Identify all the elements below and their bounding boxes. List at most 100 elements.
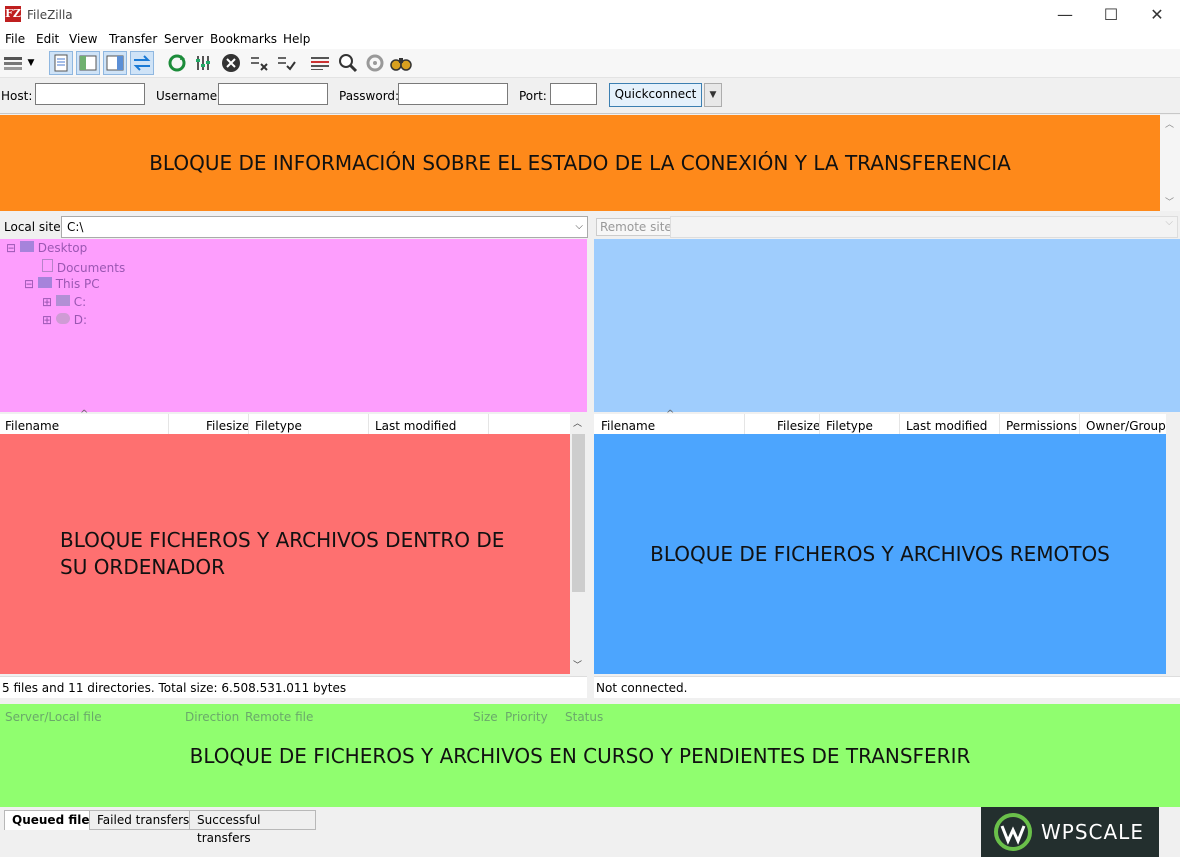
column-last-modified[interactable]: Last modified — [906, 419, 987, 433]
tree-item-desktop[interactable]: ⊟ Desktop — [6, 241, 87, 255]
toggle-queue-icon[interactable] — [130, 51, 154, 75]
search-icon[interactable] — [389, 51, 413, 75]
sort-ascending-icon: ^ — [666, 409, 675, 420]
remote-site-path-input[interactable]: ⌵ — [670, 216, 1178, 238]
tree-item-drive-c[interactable]: ⊞ C: — [42, 295, 86, 309]
tree-item-this-pc[interactable]: ⊟ This PC — [24, 277, 100, 291]
tree-item-drive-d[interactable]: ⊞ D: — [42, 313, 87, 327]
column-filetype[interactable]: Filetype — [255, 419, 302, 433]
column-permissions[interactable]: Permissions — [1006, 419, 1077, 433]
queue-column-size[interactable]: Size — [473, 710, 498, 724]
host-label: Host: — [1, 89, 33, 103]
menu-help[interactable]: Help — [283, 32, 310, 46]
tree-expander-icon[interactable]: ⊟ — [24, 277, 34, 291]
column-filetype[interactable]: Filetype — [826, 419, 873, 433]
message-log-scrollbar[interactable]: ︿ ﹀ — [1160, 115, 1180, 211]
cancel-icon[interactable] — [219, 51, 243, 75]
host-input[interactable] — [35, 83, 145, 105]
column-divider[interactable] — [899, 414, 900, 434]
column-divider[interactable] — [488, 414, 489, 434]
local-site-path-input[interactable]: C:\ ⌵ — [61, 216, 588, 238]
site-manager-icon[interactable] — [1, 51, 25, 75]
column-divider[interactable] — [168, 414, 169, 434]
queue-column-remote-file[interactable]: Remote file — [245, 710, 313, 724]
menu-bookmarks[interactable]: Bookmarks — [210, 32, 277, 46]
disc-drive-icon — [55, 313, 70, 324]
quickconnect-history-dropdown[interactable]: ▼ — [704, 83, 722, 107]
column-filesize[interactable]: Filesize — [777, 419, 820, 433]
queue-column-server-local-file[interactable]: Server/Local file — [5, 710, 102, 724]
menu-transfer[interactable]: Transfer — [109, 32, 157, 46]
sort-ascending-icon: ^ — [80, 409, 89, 420]
password-input[interactable] — [398, 83, 508, 105]
filezilla-app-icon: FZ — [5, 6, 21, 22]
column-divider[interactable] — [248, 414, 249, 434]
queue-overlay-text: BLOQUE DE FICHEROS Y ARCHIVOS EN CURSO Y… — [189, 744, 971, 768]
column-filesize[interactable]: Filesize — [206, 419, 249, 433]
menu-server[interactable]: Server — [164, 32, 203, 46]
compare-icon[interactable] — [336, 51, 360, 75]
local-site-label: Local site: — [4, 220, 65, 234]
tree-expander-icon[interactable]: ⊟ — [6, 241, 16, 255]
process-queue-icon[interactable] — [192, 51, 216, 75]
close-button[interactable]: ✕ — [1134, 0, 1180, 30]
column-divider[interactable] — [819, 414, 820, 434]
queue-column-status[interactable]: Status — [565, 710, 603, 724]
password-label: Password: — [339, 89, 400, 103]
dropdown-arrow-icon[interactable]: ▼ — [24, 51, 38, 75]
remote-file-list-overlay-text: BLOQUE DE FICHEROS Y ARCHIVOS REMOTOS — [650, 542, 1110, 566]
reconnect-icon[interactable] — [274, 51, 298, 75]
scroll-up-icon[interactable]: ︿ — [1165, 117, 1174, 130]
document-icon — [42, 259, 53, 272]
port-label: Port: — [519, 89, 547, 103]
sync-browse-icon[interactable] — [363, 51, 387, 75]
wpscale-logo-icon — [994, 813, 1032, 851]
menu-file[interactable]: File — [5, 32, 25, 46]
toggle-local-tree-icon[interactable] — [76, 51, 100, 75]
disconnect-icon[interactable] — [247, 51, 271, 75]
port-input[interactable] — [550, 83, 597, 105]
scroll-up-icon[interactable]: ︿ — [573, 416, 582, 429]
tree-item-label: Desktop — [37, 241, 88, 255]
toggle-message-log-icon[interactable] — [49, 51, 73, 75]
tree-item-label: D: — [73, 313, 88, 327]
tree-expander-icon[interactable]: ⊞ — [42, 313, 52, 327]
tree-expander-icon[interactable]: ⊞ — [42, 295, 52, 309]
column-filename[interactable]: Filename — [601, 419, 655, 433]
menu-edit[interactable]: Edit — [36, 32, 59, 46]
tab-failed-transfers[interactable]: Failed transfers — [89, 810, 198, 830]
queue-column-priority[interactable]: Priority — [505, 710, 548, 724]
scrollbar-thumb[interactable] — [572, 434, 585, 592]
column-last-modified[interactable]: Last modified — [375, 419, 456, 433]
toggle-remote-tree-icon[interactable] — [103, 51, 127, 75]
scroll-down-icon[interactable]: ﹀ — [573, 658, 582, 671]
refresh-icon[interactable] — [165, 51, 189, 75]
chevron-down-icon: ▼ — [709, 90, 717, 100]
tree-item-label: C: — [73, 295, 87, 309]
local-file-list-header: ^ Filename Filesize Filetype Last modifi… — [0, 409, 570, 435]
column-divider[interactable] — [368, 414, 369, 434]
quickconnect-button[interactable]: Quickconnect — [609, 83, 702, 107]
column-divider[interactable] — [999, 414, 1000, 434]
minimize-button[interactable]: — — [1042, 0, 1088, 30]
tab-successful-transfers[interactable]: Successful transfers — [189, 810, 316, 845]
menu-view[interactable]: View — [69, 32, 97, 46]
chevron-down-icon: ⌵ — [1165, 217, 1173, 228]
wpscale-watermark: WPSCALE — [981, 807, 1159, 857]
scroll-down-icon[interactable]: ﹀ — [1165, 195, 1174, 208]
filter-icon[interactable] — [308, 51, 332, 75]
column-divider[interactable] — [744, 414, 745, 434]
message-log-panel: BLOQUE DE INFORMACIÓN SOBRE EL ESTADO DE… — [0, 115, 1160, 211]
local-file-list-scrollbar[interactable]: ︿ ﹀ — [570, 414, 587, 674]
queue-column-direction[interactable]: Direction — [185, 710, 239, 724]
local-directory-tree: ⊟ Desktop Documents ⊟ This PC ⊞ C: ⊞ D: — [0, 239, 587, 412]
chevron-down-icon[interactable]: ⌵ — [575, 217, 583, 237]
maximize-button[interactable]: ☐ — [1088, 0, 1134, 30]
column-divider[interactable] — [1079, 414, 1080, 434]
wpscale-text: WPSCALE — [1041, 820, 1144, 844]
title-bar: FZ FileZilla — ☐ ✕ — [0, 0, 1180, 30]
username-input[interactable] — [218, 83, 328, 105]
column-filename[interactable]: Filename — [5, 419, 59, 433]
column-owner-group[interactable]: Owner/Group — [1086, 419, 1166, 433]
tree-item-documents[interactable]: Documents — [42, 259, 125, 275]
